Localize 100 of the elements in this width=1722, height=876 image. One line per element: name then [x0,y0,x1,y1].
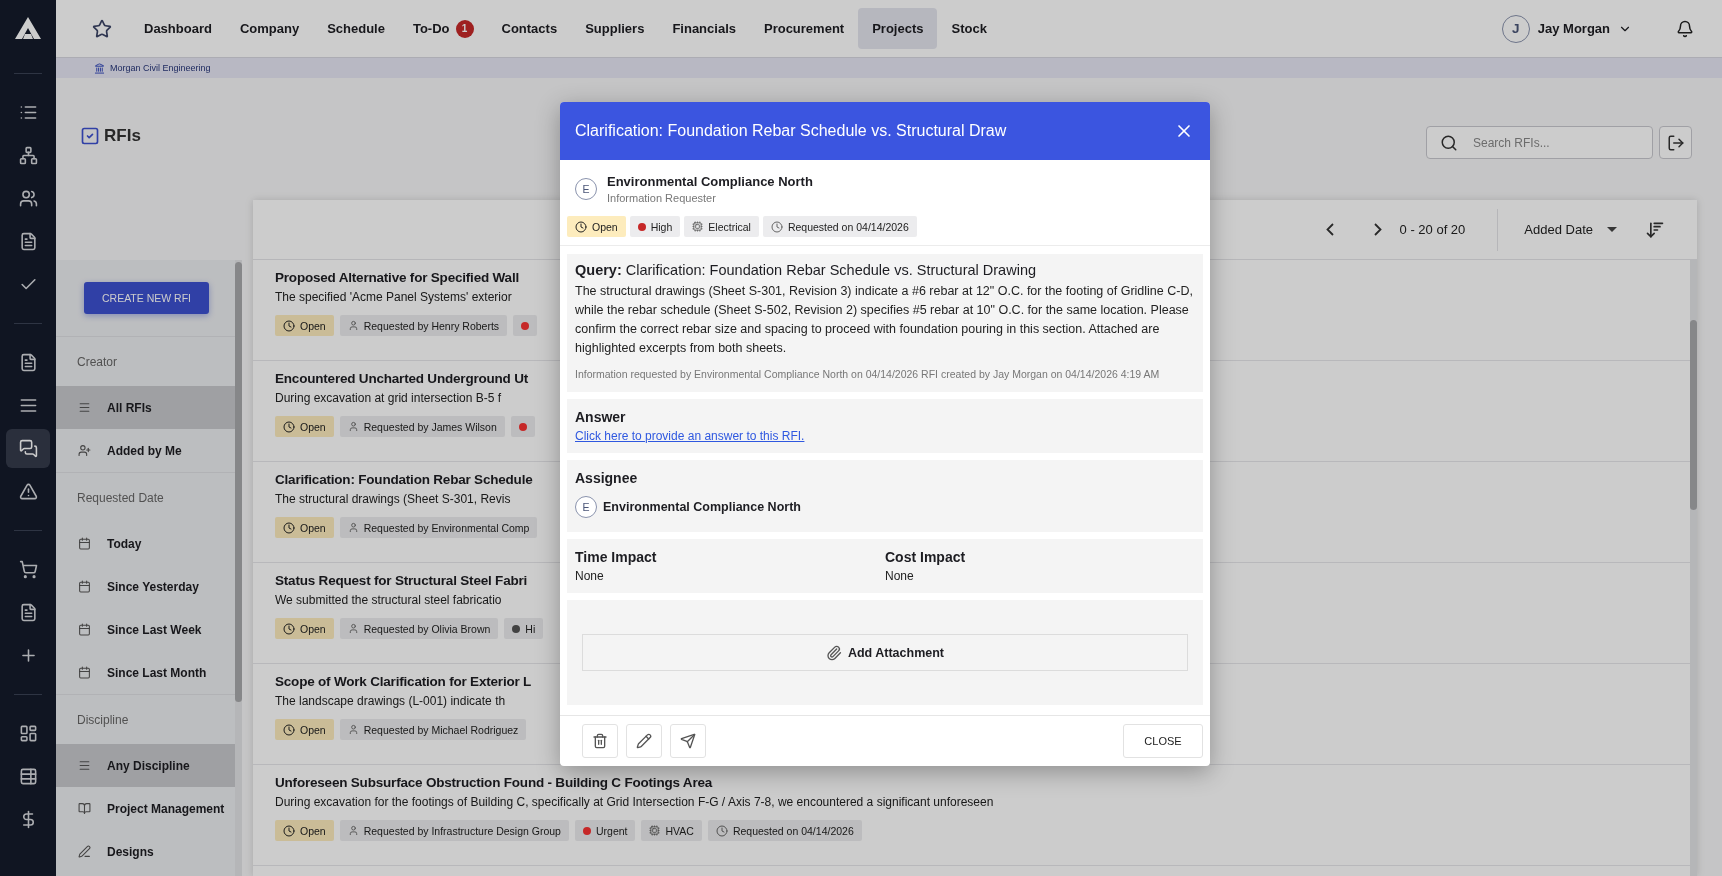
filter-item[interactable]: Added by Me [56,429,235,472]
nav-tab[interactable]: Suppliers [571,8,659,49]
lines-icon [18,396,38,415]
clock-icon [283,420,295,433]
nav-tab[interactable]: Schedule [313,8,399,49]
section-heading: Time Impact [575,549,658,565]
assignee-name: Environmental Compliance North [603,500,801,514]
person-icon [347,421,359,432]
delete-button[interactable] [582,724,618,758]
rfi-description: During excavation at grid intersection B-5 f [275,391,502,405]
tag-label: Requested by Environmental Comp [363,521,530,534]
clock-icon [283,824,295,837]
rfi-description: The specified 'Acme Panel Systems' exterior [275,290,512,304]
tag-label: Open [300,521,326,534]
filter-item[interactable]: Since Last Week [56,608,235,651]
sort-select[interactable]: Added Date [1497,208,1627,251]
person-icon [347,522,359,533]
filter-item[interactable]: Project Management [56,787,235,830]
rfi-title: Scope of Work Clarification for Exterior L [275,674,532,689]
query-text: The structural drawings (Sheet S-301, Revision 3) indicate a #6 rebar at 12" O.C. for the footing of Gridline C-D, while the rebar schedule (Sheet S-502, Revision 2) specifies #5 rebar at 10" O.C. for the same location. Please confirm the correct rebar size and spacing to proceed with foundation pouring in this section. Attached are highlighted excerpts from both sheets. [575,283,1194,357]
rfi-title: Proposed Alternative for Specified Wall [275,270,519,285]
person-icon [347,724,359,735]
document-icon [18,353,38,372]
person-icon [347,320,359,331]
filter-item[interactable]: Since Yesterday [56,565,235,608]
clock-icon [283,521,295,534]
request-meta: Information requested by Environmental Compliance North on 04/14/2026 RFI created by Jay Morgan on 04/14/2026 4:19 AM [575,367,1161,382]
rfi-description: During excavation for the footings of Building C, specifically at Grid Intersection F-G / Axis 7-8, we encountered a significant unforeseen [275,795,994,809]
rfi-title: Status Request for Structural Steel Fabri [275,573,528,588]
people-icon [18,189,38,208]
dialog-title: Clarification: Foundation Rebar Schedule vs. Structural Draw [575,122,1007,140]
edit-button[interactable] [626,724,662,758]
rfi-title: Encountered Uncharted Underground Ut [275,371,529,386]
export-button[interactable] [1659,126,1692,159]
tag-label: Requested by Michael Rodriguez [363,723,519,736]
bank-icon [94,62,105,74]
pencil-icon [636,733,652,749]
tag-label: Requested by James Wilson [363,420,497,433]
scrollbar[interactable] [235,260,242,876]
requester-name: Environmental Compliance North [607,174,813,189]
impact-value: None [885,569,915,583]
pagination-text: 0 - 20 of 20 [1399,222,1466,237]
chevron-left-icon [1325,223,1334,236]
filter-item[interactable]: Designs [56,830,235,873]
nav-tab[interactable]: Financials [658,8,750,49]
clock-icon [575,220,587,233]
requester-role: Information Requester [607,192,717,204]
nav-tab[interactable]: To-Do 1 [398,8,488,49]
rfi-title: Clarification: Foundation Rebar Schedule [275,472,533,487]
person-icon [347,825,359,836]
nav-tab[interactable]: Procurement [749,8,859,49]
paperclip-icon [825,644,842,661]
rfi-description: The landscape drawings (L-001) indicate th [275,694,506,708]
pencil-icon [78,845,91,858]
user-menu[interactable]: J Jay Morgan [1501,14,1632,43]
answer-link[interactable]: Click here to provide an answer to this RFI. [575,429,805,443]
filter-item[interactable]: Any Discipline [56,744,235,787]
assignee-avatar: E [575,496,597,518]
filter-item[interactable]: Today [56,522,235,565]
nav-tab[interactable]: Stock [937,8,1001,49]
add-attachment-button[interactable]: Add Attachment [582,634,1188,671]
rfi-description: The structural drawings (Sheet S-301, Revis [275,492,511,506]
star-icon [92,18,112,39]
tag-label: Requested on 04/14/2026 [732,824,854,837]
tag-label: Open [300,622,326,635]
close-dialog-button[interactable]: CLOSE [1123,724,1203,758]
rfi-description: We submitted the structural steel fabricatio [275,593,502,607]
create-rfi-button[interactable]: CREATE NEW RFI [84,282,209,314]
scrollbar[interactable] [1690,260,1697,876]
section-heading: Assignee [575,470,639,486]
document-icon [18,603,38,622]
count-badge: 1 [455,19,474,38]
search-icon [1440,134,1458,152]
user-avatar: J [1501,14,1530,43]
chip-icon [649,825,661,836]
table-icon [18,767,38,786]
nav-tab[interactable]: Contacts [487,8,572,49]
trash-icon [592,733,608,749]
section-heading: Answer [575,409,627,425]
nav-tab[interactable]: Company [225,8,314,49]
filter-item[interactable]: All RFIs [56,386,235,429]
impact-value: None [575,569,605,583]
search-field[interactable]: Search RFIs... [1426,126,1653,159]
tag-label: High [650,220,673,233]
filter-item[interactable]: Since Last Month [56,651,235,694]
nav-tab[interactable]: Projects [858,8,938,49]
tag-label: Requested by Henry Roberts [363,319,500,332]
warning-icon [18,482,38,501]
requester-avatar: E [575,178,597,200]
nav-tab[interactable]: Dashboard [130,8,226,49]
send-button[interactable] [670,724,706,758]
lines-icon [78,759,91,772]
clock-icon [715,824,728,837]
tag-label: Requested on 04/14/2026 [787,220,909,233]
tag-label: Open [300,723,326,736]
sidebar-nav-button[interactable] [6,429,50,468]
bell-icon [1676,19,1694,38]
calendar-icon [78,623,91,636]
breadcrumb-text[interactable]: Morgan Civil Engineering [110,63,211,73]
chat-icon [18,439,38,458]
